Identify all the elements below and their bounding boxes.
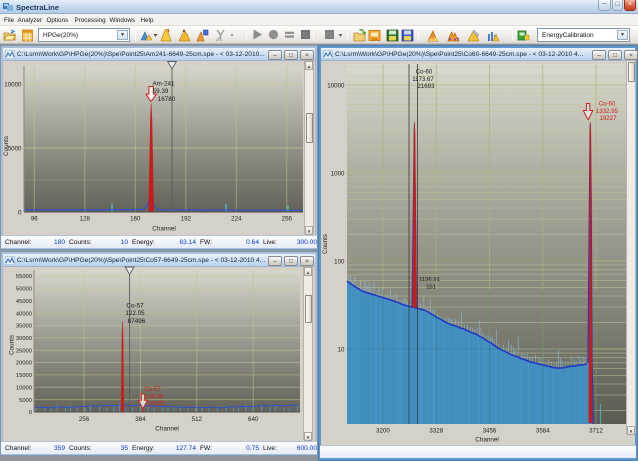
svg-text:Co-60: Co-60 (416, 69, 433, 76)
svg-text:Counts: Counts (3, 136, 10, 156)
svg-text:10: 10 (338, 346, 345, 353)
svg-text:256: 256 (79, 416, 90, 423)
svg-text:1000: 1000 (331, 170, 345, 177)
svg-text:25000: 25000 (16, 348, 32, 354)
svg-text:3712: 3712 (589, 428, 603, 435)
svg-text:100: 100 (334, 258, 345, 265)
svg-text:16780: 16780 (158, 96, 176, 103)
svg-text:5000: 5000 (19, 398, 32, 404)
svg-text:50000: 50000 (16, 287, 32, 293)
svg-text:160: 160 (130, 216, 141, 223)
svg-text:3200: 3200 (376, 428, 390, 435)
svg-text:384: 384 (135, 416, 146, 423)
svg-text:30000: 30000 (16, 336, 32, 342)
svg-text:21693: 21693 (418, 83, 436, 90)
svg-text:0: 0 (29, 410, 32, 416)
svg-text:40000: 40000 (16, 311, 32, 317)
svg-text:Channel: Channel (152, 226, 175, 233)
svg-text:15000: 15000 (16, 373, 32, 379)
svg-text:10000: 10000 (4, 81, 22, 88)
svg-text:3456: 3456 (483, 428, 497, 435)
svg-text:Am-241: Am-241 (152, 81, 175, 88)
svg-text:192: 192 (181, 216, 192, 223)
svg-text:640: 640 (248, 416, 259, 423)
svg-text:Channel: Channel (475, 437, 498, 444)
svg-text:512: 512 (192, 416, 203, 423)
svg-text:Co-57: Co-57 (144, 386, 161, 393)
svg-text:45000: 45000 (16, 299, 32, 305)
svg-text:96: 96 (31, 216, 38, 223)
svg-text:122.05: 122.05 (125, 310, 145, 317)
svg-text:Counts: Counts (9, 335, 16, 355)
svg-text:19227: 19227 (600, 115, 618, 122)
svg-text:55000: 55000 (16, 274, 32, 280)
svg-text:1136.91: 1136.91 (419, 277, 440, 283)
svg-text:35000: 35000 (16, 324, 32, 330)
svg-text:Co-60: Co-60 (599, 101, 616, 108)
svg-text:10000: 10000 (16, 386, 32, 392)
svg-text:3584: 3584 (536, 428, 550, 435)
svg-text:10000: 10000 (327, 82, 345, 89)
svg-text:20000: 20000 (16, 361, 32, 367)
svg-text:1332.95: 1332.95 (596, 108, 619, 115)
svg-text:151: 151 (426, 284, 436, 290)
svg-text:256: 256 (282, 216, 293, 223)
svg-text:1173.67: 1173.67 (412, 76, 434, 83)
svg-text:59.39: 59.39 (153, 88, 169, 95)
svg-text:10625: 10625 (148, 401, 166, 408)
svg-text:Channel: Channel (155, 426, 178, 433)
svg-text:136.45: 136.45 (145, 393, 164, 400)
svg-text:224: 224 (231, 216, 242, 223)
svg-text:3328: 3328 (429, 428, 443, 435)
svg-text:Co-57: Co-57 (126, 303, 144, 310)
svg-text:Counts: Counts (322, 234, 329, 254)
svg-text:0: 0 (18, 209, 22, 216)
svg-text:128: 128 (80, 216, 91, 223)
svg-text:87496: 87496 (128, 318, 146, 325)
